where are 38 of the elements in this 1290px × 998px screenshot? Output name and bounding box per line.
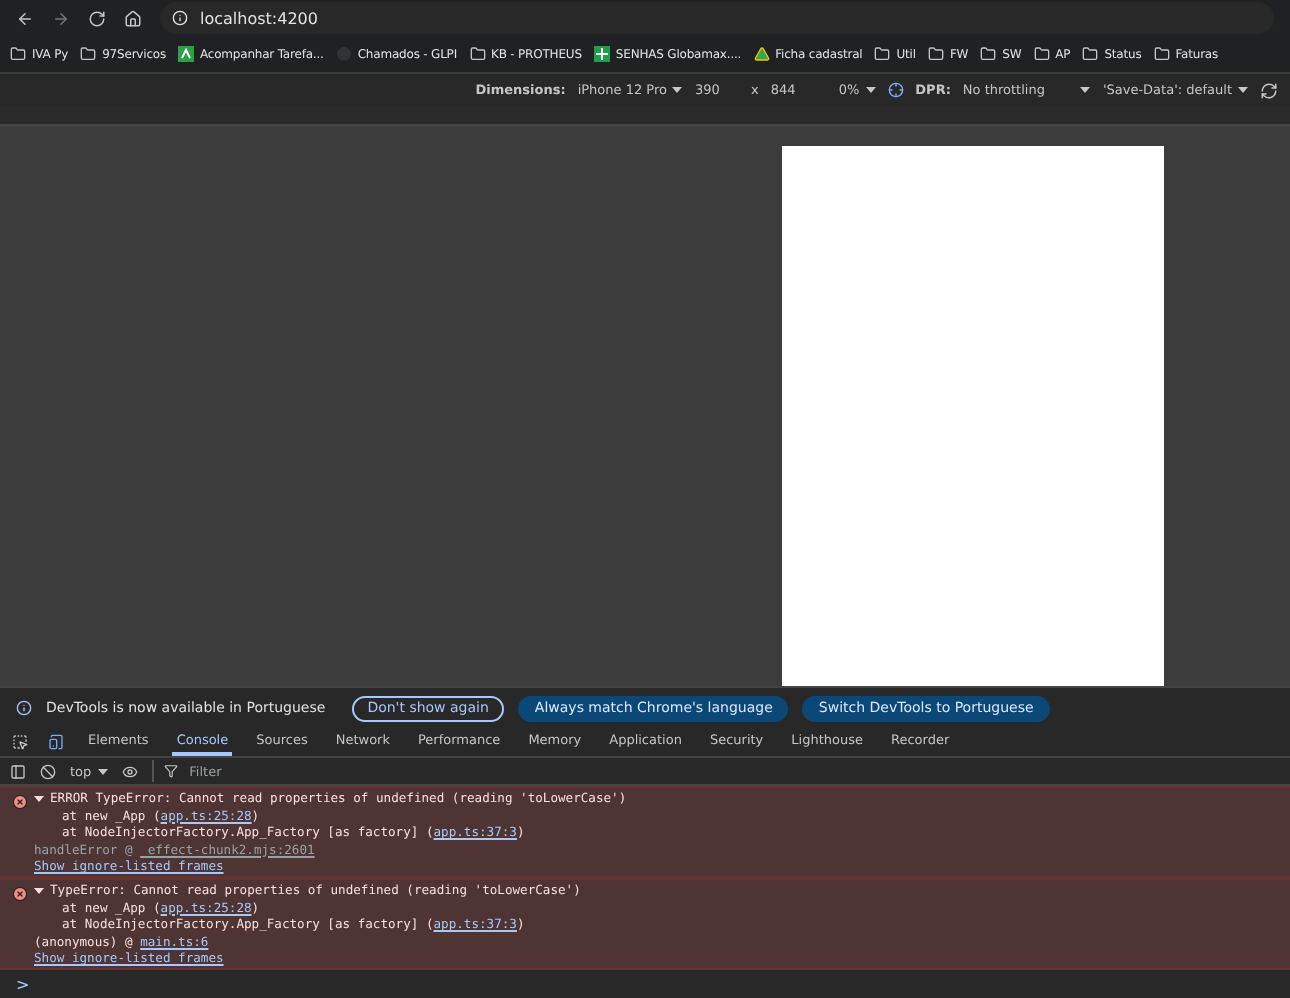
rotate-icon[interactable] xyxy=(1260,81,1278,99)
inspect-icon[interactable] xyxy=(12,734,28,750)
folder-icon xyxy=(1033,46,1050,62)
eye-icon[interactable] xyxy=(121,763,138,779)
caret-icon xyxy=(1238,86,1248,94)
error-icon xyxy=(12,794,28,810)
caret-icon xyxy=(97,767,108,775)
filter-icon xyxy=(163,764,178,778)
dpr-icon xyxy=(887,82,904,98)
folder-icon xyxy=(1082,46,1099,62)
forward-icon[interactable] xyxy=(52,9,70,27)
folder-icon xyxy=(10,46,26,62)
info-icon xyxy=(16,700,32,716)
folder-icon xyxy=(1153,46,1170,62)
address-bar[interactable]: localhost:4200 xyxy=(160,2,1274,34)
caret-icon xyxy=(1080,86,1091,94)
caret-icon xyxy=(672,86,683,94)
console-prompt[interactable]: > xyxy=(16,975,30,993)
device-toggle-icon[interactable] xyxy=(48,734,64,750)
home-icon[interactable] xyxy=(124,9,142,27)
caret-icon xyxy=(865,86,876,94)
expand-arrow-icon[interactable] xyxy=(34,886,44,896)
spreadsheet-icon xyxy=(593,46,610,62)
folder-icon xyxy=(80,46,97,62)
folder-icon xyxy=(980,46,997,62)
back-icon[interactable] xyxy=(16,9,34,27)
url-text: localhost:4200 xyxy=(200,9,318,27)
folder-icon xyxy=(874,46,891,62)
error-icon xyxy=(12,886,28,902)
reload-icon[interactable] xyxy=(88,9,106,27)
drive-icon xyxy=(753,46,770,62)
folder-icon xyxy=(469,46,485,62)
clear-console-icon[interactable] xyxy=(40,763,56,779)
folder-icon xyxy=(927,46,944,62)
app-icon xyxy=(178,46,194,62)
sidebar-icon[interactable] xyxy=(10,763,26,779)
expand-arrow-icon[interactable] xyxy=(34,794,44,804)
site-info-icon[interactable] xyxy=(172,10,188,26)
